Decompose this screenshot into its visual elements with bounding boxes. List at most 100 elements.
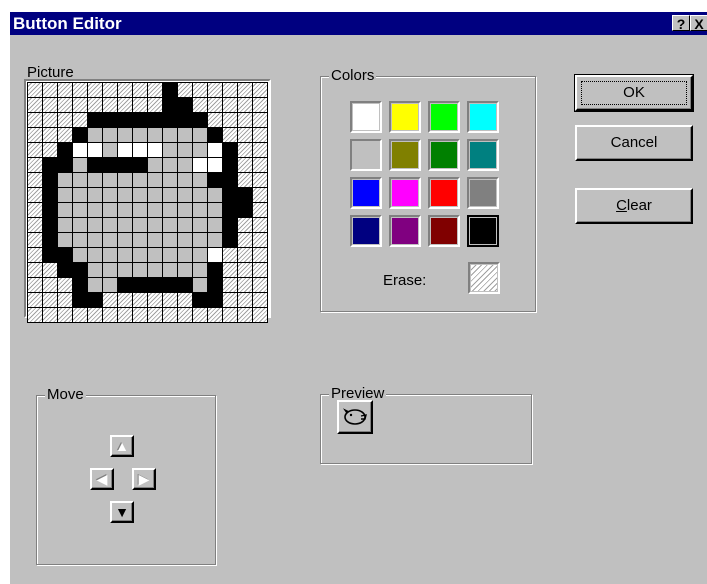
- pixel-cell[interactable]: [28, 158, 42, 172]
- pixel-cell[interactable]: [73, 218, 87, 232]
- pixel-cell[interactable]: [88, 188, 102, 202]
- pixel-cell[interactable]: [88, 293, 102, 307]
- pixel-cell[interactable]: [253, 218, 267, 232]
- pixel-cell[interactable]: [148, 113, 162, 127]
- pixel-cell[interactable]: [118, 128, 132, 142]
- pixel-cell[interactable]: [178, 158, 192, 172]
- pixel-cell[interactable]: [148, 218, 162, 232]
- pixel-cell[interactable]: [223, 293, 237, 307]
- ok-button[interactable]: OK: [574, 74, 694, 112]
- pixel-cell[interactable]: [178, 188, 192, 202]
- pixel-cell[interactable]: [223, 233, 237, 247]
- pixel-cell[interactable]: [133, 128, 147, 142]
- pixel-cell[interactable]: [238, 278, 252, 292]
- pixel-cell[interactable]: [178, 278, 192, 292]
- pixel-cell[interactable]: [28, 203, 42, 217]
- pixel-cell[interactable]: [163, 293, 177, 307]
- pixel-cell[interactable]: [193, 308, 207, 322]
- pixel-cell[interactable]: [223, 263, 237, 277]
- pixel-cell[interactable]: [163, 83, 177, 97]
- pixel-cell[interactable]: [58, 263, 72, 277]
- pixel-cell[interactable]: [73, 143, 87, 157]
- pixel-cell[interactable]: [148, 158, 162, 172]
- pixel-cell[interactable]: [253, 248, 267, 262]
- pixel-cell[interactable]: [88, 278, 102, 292]
- pixel-cell[interactable]: [28, 143, 42, 157]
- pixel-cell[interactable]: [163, 173, 177, 187]
- pixel-cell[interactable]: [73, 128, 87, 142]
- pixel-cell[interactable]: [193, 188, 207, 202]
- pixel-cell[interactable]: [28, 98, 42, 112]
- pixel-cell[interactable]: [238, 218, 252, 232]
- pixel-cell[interactable]: [238, 83, 252, 97]
- pixel-cell[interactable]: [133, 143, 147, 157]
- color-swatch[interactable]: [389, 177, 421, 209]
- pixel-cell[interactable]: [103, 233, 117, 247]
- pixel-cell[interactable]: [223, 173, 237, 187]
- pixel-cell[interactable]: [133, 233, 147, 247]
- pixel-cell[interactable]: [193, 203, 207, 217]
- pixel-cell[interactable]: [253, 233, 267, 247]
- pixel-cell[interactable]: [28, 233, 42, 247]
- pixel-cell[interactable]: [103, 293, 117, 307]
- pixel-cell[interactable]: [118, 113, 132, 127]
- pixel-cell[interactable]: [193, 98, 207, 112]
- close-button[interactable]: X: [690, 15, 707, 32]
- pixel-cell[interactable]: [253, 158, 267, 172]
- pixel-cell[interactable]: [133, 173, 147, 187]
- pixel-cell[interactable]: [73, 278, 87, 292]
- pixel-cell[interactable]: [163, 308, 177, 322]
- pixel-cell[interactable]: [223, 113, 237, 127]
- pixel-cell[interactable]: [178, 203, 192, 217]
- pixel-cell[interactable]: [253, 98, 267, 112]
- pixel-cell[interactable]: [148, 233, 162, 247]
- pixel-cell[interactable]: [58, 98, 72, 112]
- pixel-cell[interactable]: [103, 128, 117, 142]
- pixel-cell[interactable]: [148, 203, 162, 217]
- pixel-cell[interactable]: [58, 143, 72, 157]
- move-right-button[interactable]: ▶: [132, 468, 156, 490]
- pixel-cell[interactable]: [163, 233, 177, 247]
- pixel-cell[interactable]: [223, 143, 237, 157]
- pixel-cell[interactable]: [133, 263, 147, 277]
- pixel-cell[interactable]: [148, 308, 162, 322]
- pixel-cell[interactable]: [238, 98, 252, 112]
- pixel-cell[interactable]: [148, 293, 162, 307]
- move-up-button[interactable]: ▲: [110, 435, 134, 457]
- pixel-cell[interactable]: [118, 248, 132, 262]
- pixel-cell[interactable]: [238, 113, 252, 127]
- pixel-cell[interactable]: [253, 203, 267, 217]
- color-swatch[interactable]: [467, 215, 499, 247]
- pixel-cell[interactable]: [208, 308, 222, 322]
- pixel-cell[interactable]: [253, 263, 267, 277]
- clear-button[interactable]: Clear: [575, 188, 693, 224]
- pixel-cell[interactable]: [43, 293, 57, 307]
- pixel-cell[interactable]: [103, 278, 117, 292]
- pixel-cell[interactable]: [163, 113, 177, 127]
- pixel-cell[interactable]: [28, 278, 42, 292]
- help-button[interactable]: ?: [672, 15, 690, 32]
- pixel-cell[interactable]: [238, 233, 252, 247]
- pixel-cell[interactable]: [163, 203, 177, 217]
- pixel-cell[interactable]: [223, 188, 237, 202]
- pixel-cell[interactable]: [193, 233, 207, 247]
- pixel-cell[interactable]: [238, 263, 252, 277]
- pixel-cell[interactable]: [43, 278, 57, 292]
- pixel-cell[interactable]: [193, 128, 207, 142]
- pixel-cell[interactable]: [28, 263, 42, 277]
- pixel-cell[interactable]: [238, 308, 252, 322]
- pixel-cell[interactable]: [178, 143, 192, 157]
- pixel-cell[interactable]: [238, 173, 252, 187]
- pixel-cell[interactable]: [253, 113, 267, 127]
- pixel-cell[interactable]: [58, 188, 72, 202]
- pixel-cell[interactable]: [43, 263, 57, 277]
- pixel-cell[interactable]: [103, 263, 117, 277]
- pixel-cell[interactable]: [43, 113, 57, 127]
- pixel-cell[interactable]: [178, 263, 192, 277]
- pixel-cell[interactable]: [118, 188, 132, 202]
- pixel-cell[interactable]: [178, 293, 192, 307]
- pixel-cell[interactable]: [88, 128, 102, 142]
- pixel-cell[interactable]: [148, 173, 162, 187]
- pixel-cell[interactable]: [28, 128, 42, 142]
- pixel-cell[interactable]: [133, 98, 147, 112]
